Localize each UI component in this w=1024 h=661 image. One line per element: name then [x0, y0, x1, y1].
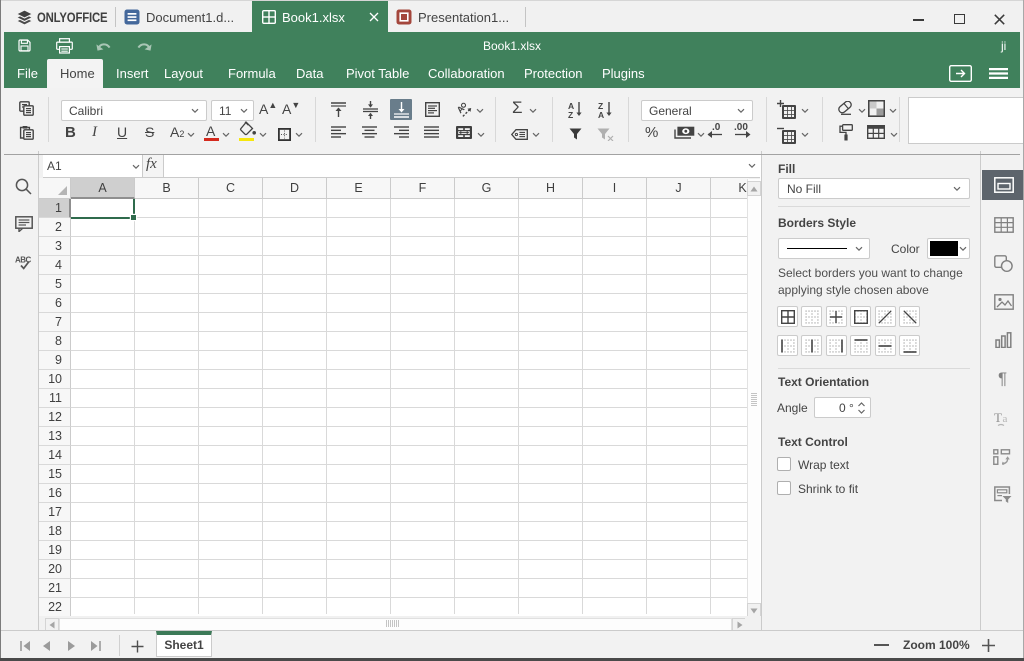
svg-text:A: A	[598, 110, 604, 118]
svg-text:T: T	[994, 410, 1002, 425]
svg-text:Z: Z	[568, 110, 573, 118]
svg-text:.0: .0	[712, 122, 721, 133]
svg-text:ABC: ABC	[15, 256, 32, 265]
svg-text:a: a	[1003, 413, 1008, 425]
